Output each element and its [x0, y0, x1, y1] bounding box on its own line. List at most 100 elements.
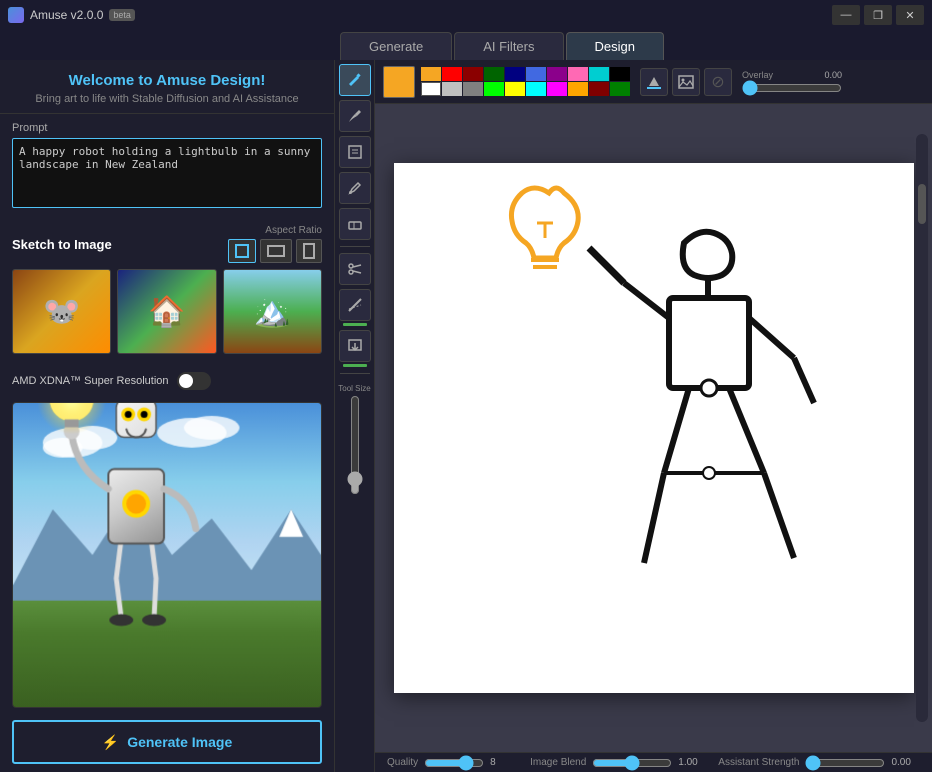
- color-silver[interactable]: [442, 82, 462, 96]
- assistant-strength-slider[interactable]: [805, 759, 885, 767]
- color-dark-turquoise[interactable]: [589, 67, 609, 81]
- bottom-bar: Quality 8 Image Blend 1.00 Assistant Str…: [375, 752, 932, 772]
- scissors-tool-button[interactable]: [339, 253, 371, 285]
- green-bar-indicator: [343, 323, 367, 326]
- sticky-icon: [347, 144, 363, 160]
- export-tool-wrapper: [339, 330, 371, 367]
- color-gray[interactable]: [463, 82, 483, 96]
- eraser-tool-button[interactable]: [339, 208, 371, 240]
- color-toolbar: ⊘ Overlay 0.00: [375, 60, 932, 104]
- super-res-label: AMD XDNA™ Super Resolution: [12, 375, 169, 387]
- brush-icon: [347, 108, 363, 124]
- color-white[interactable]: [421, 82, 441, 96]
- sketch-thumb-2[interactable]: [117, 269, 216, 354]
- prompt-input[interactable]: A happy robot holding a lightbulb in a s…: [12, 138, 322, 208]
- color-cyan[interactable]: [526, 82, 546, 96]
- color-green[interactable]: [610, 82, 630, 96]
- fill-tool-button[interactable]: [640, 68, 668, 96]
- export-tool-button[interactable]: [339, 330, 371, 362]
- color-red[interactable]: [442, 67, 462, 81]
- aspect-ratio-group: Aspect Ratio: [228, 225, 322, 263]
- beta-badge: beta: [109, 9, 135, 21]
- active-color-swatch[interactable]: [383, 66, 415, 98]
- toggle-knob: [179, 374, 193, 388]
- overlay-section: Overlay 0.00: [742, 70, 842, 94]
- app-icon: [8, 7, 24, 23]
- color-hot-pink[interactable]: [568, 67, 588, 81]
- color-yellow[interactable]: [505, 82, 525, 96]
- image-icon: [678, 74, 694, 90]
- clear-tool-button[interactable]: ⊘: [704, 68, 732, 96]
- color-orange[interactable]: [421, 67, 441, 81]
- color-amber[interactable]: [568, 82, 588, 96]
- drawing-canvas[interactable]: [394, 163, 914, 693]
- ar-landscape-button[interactable]: [260, 239, 292, 263]
- title-bar-left: Amuse v2.0.0 beta: [8, 7, 135, 23]
- sketch-header: Sketch to Image Aspect Ratio: [12, 225, 322, 263]
- thumb-img-3: [224, 270, 321, 353]
- ar-portrait-button[interactable]: [296, 239, 322, 263]
- color-dark-magenta[interactable]: [547, 67, 567, 81]
- line-tool-wrapper: [339, 289, 371, 326]
- image-blend-slider-group: Image Blend 1.00: [530, 757, 702, 768]
- color-palette: [421, 67, 630, 96]
- tab-ai-filters[interactable]: AI Filters: [454, 32, 563, 60]
- quality-slider-group: Quality 8: [387, 757, 514, 768]
- color-navy[interactable]: [505, 67, 525, 81]
- tab-design[interactable]: Design: [566, 32, 664, 60]
- sketch-thumbnails: [12, 269, 322, 354]
- left-panel: Welcome to Amuse Design! Bring art to li…: [0, 60, 335, 772]
- quality-value: 8: [490, 757, 514, 768]
- line-icon: [347, 297, 363, 313]
- line-tool-button[interactable]: [339, 289, 371, 321]
- generate-image-button[interactable]: ⚡ Generate Image: [12, 720, 322, 764]
- title-bar: Amuse v2.0.0 beta — ❐ ✕: [0, 0, 932, 30]
- tool-size-slider[interactable]: [345, 395, 365, 495]
- sketch-thumb-1[interactable]: [12, 269, 111, 354]
- color-dark-green[interactable]: [484, 67, 504, 81]
- thumb-img-2: [118, 270, 215, 353]
- right-area: ⊘ Overlay 0.00: [375, 60, 932, 772]
- color-dark-red[interactable]: [463, 67, 483, 81]
- thumb-img-1: [13, 270, 110, 353]
- assistant-strength-value: 0.00: [891, 757, 915, 768]
- tool-size-section: Tool Size: [338, 384, 370, 495]
- main-layout: Welcome to Amuse Design! Bring art to li…: [0, 60, 932, 772]
- assistant-strength-label: Assistant Strength: [718, 757, 799, 768]
- prompt-label: Prompt: [12, 122, 322, 134]
- overlay-slider[interactable]: [742, 82, 842, 94]
- canvas-area[interactable]: [375, 104, 932, 752]
- sticky-tool-button[interactable]: [339, 136, 371, 168]
- overlay-value: 0.00: [824, 70, 842, 80]
- color-maroon[interactable]: [589, 82, 609, 96]
- super-res-row: AMD XDNA™ Super Resolution: [0, 368, 334, 394]
- bottom-sliders: Quality 8 Image Blend 1.00 Assistant Str…: [387, 757, 920, 768]
- overlay-label: Overlay: [742, 70, 773, 80]
- image-tool-button[interactable]: [672, 68, 700, 96]
- quality-slider[interactable]: [424, 759, 484, 767]
- color-black[interactable]: [610, 67, 630, 81]
- select-tool-button[interactable]: [339, 64, 371, 96]
- scroll-thumb[interactable]: [918, 184, 926, 224]
- close-button[interactable]: ✕: [896, 5, 924, 25]
- welcome-subtitle: Bring art to life with Stable Diffusion …: [16, 93, 318, 105]
- vertical-scrollbar[interactable]: [916, 134, 928, 722]
- generate-icon: ⚡: [102, 734, 119, 751]
- color-royal-blue[interactable]: [526, 67, 546, 81]
- pen-tool-button[interactable]: [339, 172, 371, 204]
- super-res-toggle[interactable]: [177, 372, 211, 390]
- brush-tool-button[interactable]: [339, 100, 371, 132]
- prompt-section: Prompt A happy robot holding a lightbulb…: [0, 114, 334, 219]
- sketch-thumb-3[interactable]: [223, 269, 322, 354]
- maximize-button[interactable]: ❐: [864, 5, 892, 25]
- ar-square-button[interactable]: [228, 239, 256, 263]
- tab-generate[interactable]: Generate: [340, 32, 452, 60]
- quality-label: Quality: [387, 757, 418, 768]
- sketch-title: Sketch to Image: [12, 237, 112, 252]
- color-magenta[interactable]: [547, 82, 567, 96]
- minimize-button[interactable]: —: [832, 5, 860, 25]
- image-blend-slider[interactable]: [592, 759, 672, 767]
- tool-action-buttons: ⊘: [640, 68, 732, 96]
- color-lime[interactable]: [484, 82, 504, 96]
- aspect-ratio-label: Aspect Ratio: [265, 225, 322, 236]
